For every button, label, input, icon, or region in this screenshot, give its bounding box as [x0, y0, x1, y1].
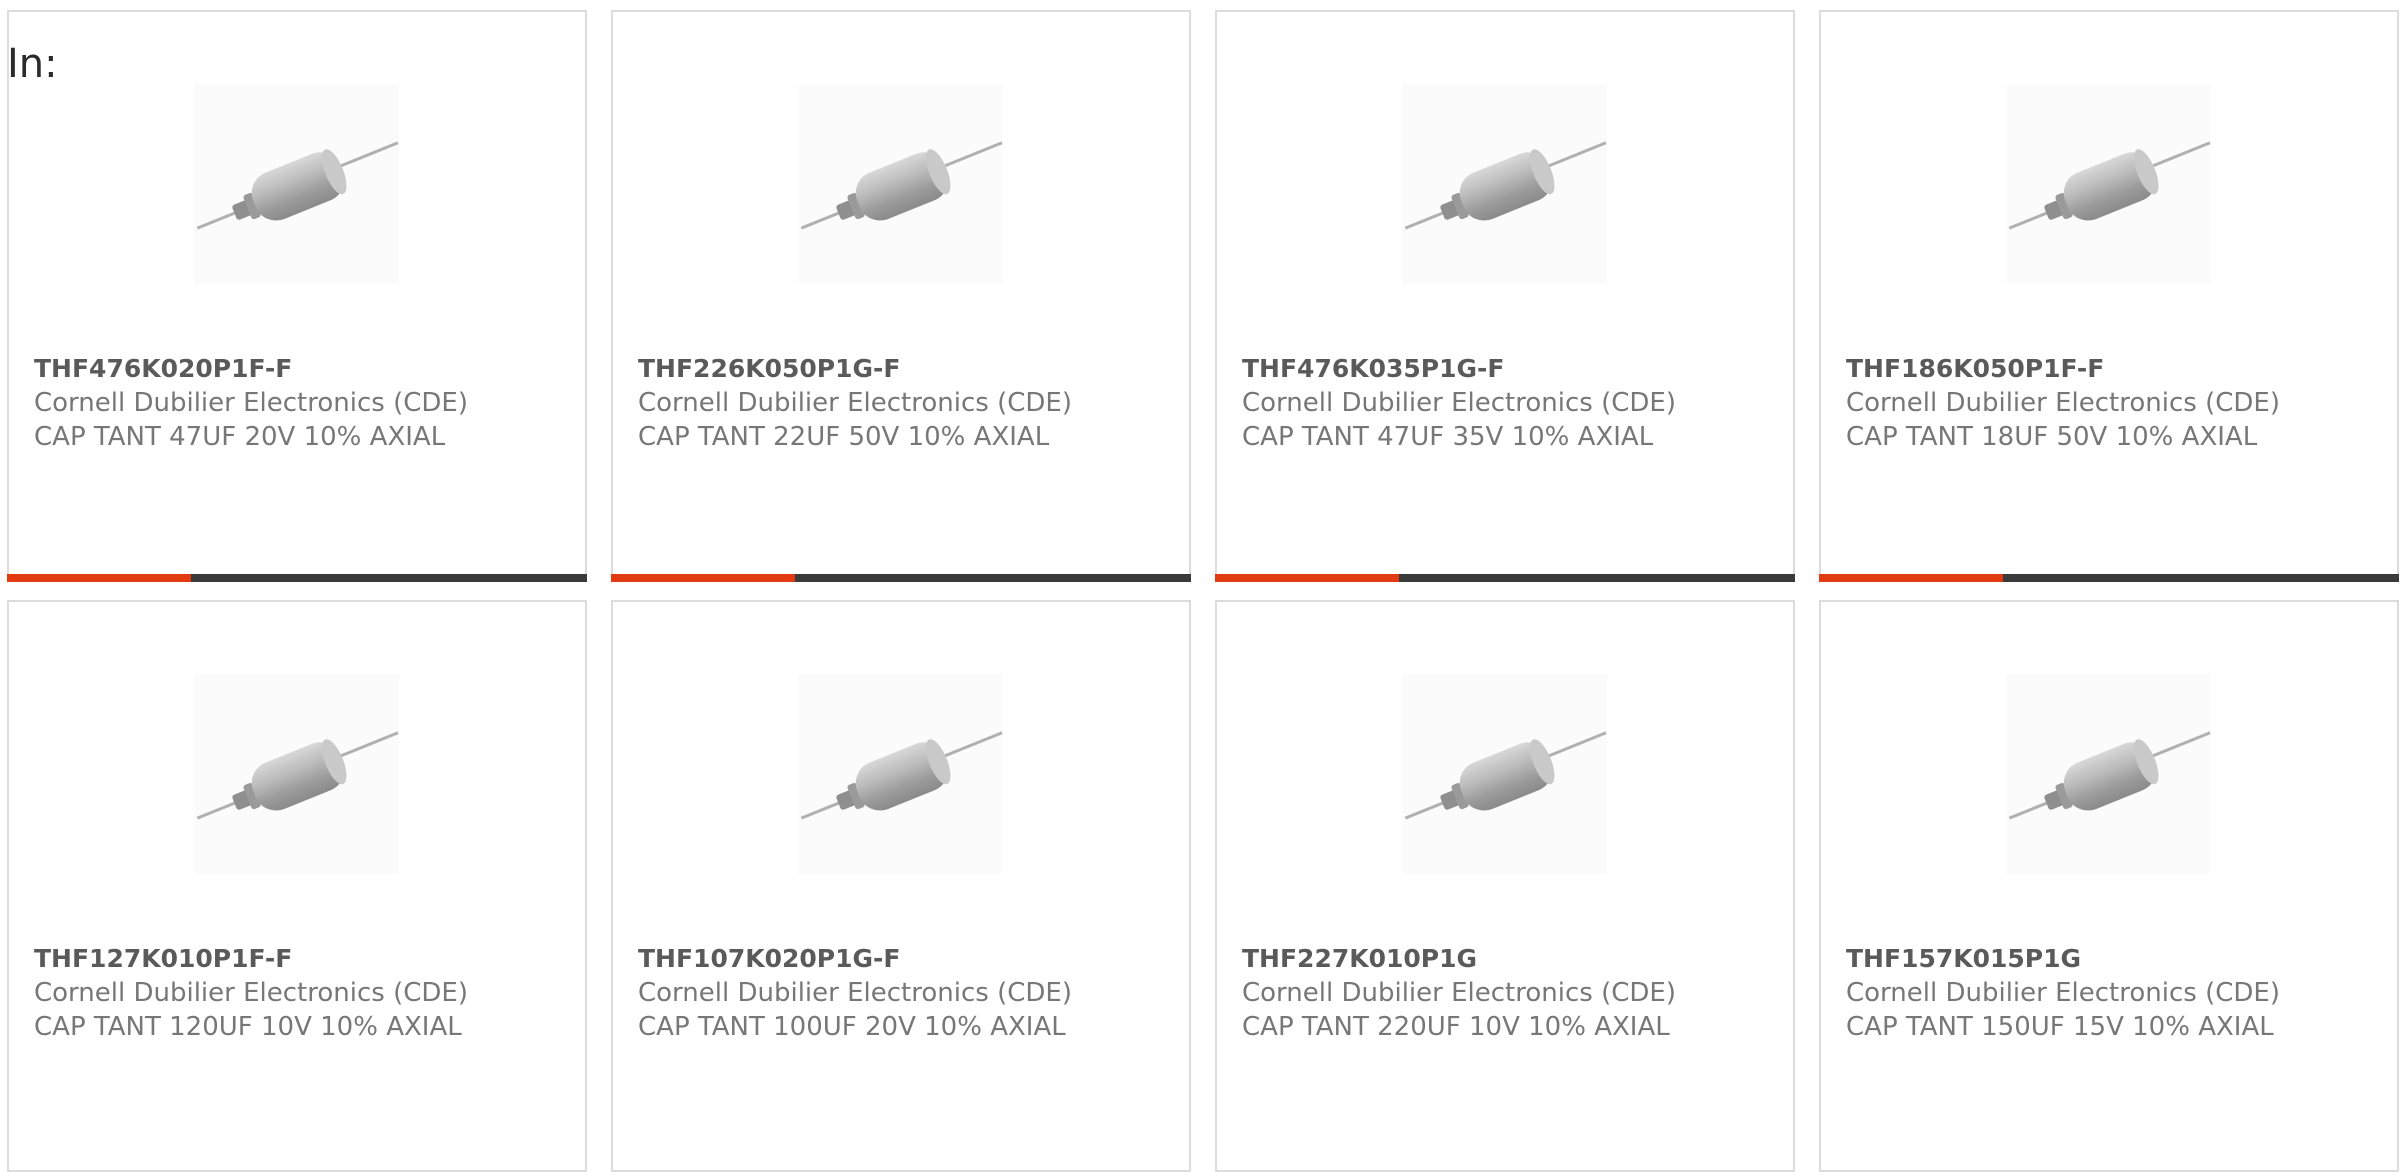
product-grid: THF476K020P1F-F Cornell Dubilier Electro… [7, 10, 2400, 1172]
description: CAP TANT 47UF 35V 10% AXIAL [1242, 422, 1654, 452]
part-number[interactable]: THF186K050P1F-F [1846, 352, 2104, 386]
manufacturer: Cornell Dubilier Electronics (CDE) [34, 388, 468, 418]
description: CAP TANT 47UF 20V 10% AXIAL [34, 422, 446, 452]
manufacturer: Cornell Dubilier Electronics (CDE) [1242, 978, 1676, 1008]
description: CAP TANT 18UF 50V 10% AXIAL [1846, 422, 2258, 452]
product-card[interactable]: THF476K035P1G-F Cornell Dubilier Electro… [1215, 10, 1795, 582]
card-progress-accent [1215, 574, 1399, 582]
manufacturer: Cornell Dubilier Electronics (CDE) [638, 978, 1072, 1008]
card-progress-accent [611, 574, 795, 582]
product-card[interactable]: THF227K010P1G Cornell Dubilier Electroni… [1215, 600, 1795, 1172]
axial-capacitor-icon [1404, 731, 1607, 820]
product-card[interactable]: THF186K050P1F-F Cornell Dubilier Electro… [1819, 10, 2399, 582]
product-image[interactable] [194, 674, 399, 874]
axial-capacitor-icon [800, 141, 1003, 230]
card-progress-accent [7, 574, 191, 582]
product-card[interactable]: THF107K020P1G-F Cornell Dubilier Electro… [611, 600, 1191, 1172]
axial-capacitor-icon [2008, 731, 2211, 820]
product-image[interactable] [798, 84, 1003, 284]
in-label: In: [7, 41, 58, 87]
product-image[interactable] [798, 674, 1003, 874]
description: CAP TANT 22UF 50V 10% AXIAL [638, 422, 1050, 452]
part-number[interactable]: THF226K050P1G-F [638, 352, 901, 386]
manufacturer: Cornell Dubilier Electronics (CDE) [1846, 978, 2280, 1008]
manufacturer: Cornell Dubilier Electronics (CDE) [1846, 388, 2280, 418]
part-number[interactable]: THF227K010P1G [1242, 942, 1477, 976]
card-progress-bar [1819, 574, 2399, 582]
manufacturer: Cornell Dubilier Electronics (CDE) [638, 388, 1072, 418]
product-card[interactable]: THF127K010P1F-F Cornell Dubilier Electro… [7, 600, 587, 1172]
product-image[interactable] [2006, 84, 2211, 284]
axial-capacitor-icon [1404, 141, 1607, 230]
description: CAP TANT 220UF 10V 10% AXIAL [1242, 1012, 1670, 1042]
axial-capacitor-icon [196, 731, 399, 820]
product-image[interactable] [1402, 84, 1607, 284]
part-number[interactable]: THF476K035P1G-F [1242, 352, 1505, 386]
card-progress-bar [1215, 574, 1795, 582]
manufacturer: Cornell Dubilier Electronics (CDE) [34, 978, 468, 1008]
product-card[interactable]: THF226K050P1G-F Cornell Dubilier Electro… [611, 10, 1191, 582]
description: CAP TANT 100UF 20V 10% AXIAL [638, 1012, 1066, 1042]
product-image[interactable] [1402, 674, 1607, 874]
product-image[interactable] [194, 84, 399, 284]
card-progress-accent [1819, 574, 2003, 582]
description: CAP TANT 150UF 15V 10% AXIAL [1846, 1012, 2274, 1042]
product-card[interactable]: THF157K015P1G Cornell Dubilier Electroni… [1819, 600, 2399, 1172]
axial-capacitor-icon [2008, 141, 2211, 230]
manufacturer: Cornell Dubilier Electronics (CDE) [1242, 388, 1676, 418]
product-image[interactable] [2006, 674, 2211, 874]
description: CAP TANT 120UF 10V 10% AXIAL [34, 1012, 462, 1042]
card-progress-bar [611, 574, 1191, 582]
part-number[interactable]: THF157K015P1G [1846, 942, 2081, 976]
part-number[interactable]: THF127K010P1F-F [34, 942, 292, 976]
part-number[interactable]: THF107K020P1G-F [638, 942, 901, 976]
axial-capacitor-icon [196, 141, 399, 230]
part-number[interactable]: THF476K020P1F-F [34, 352, 292, 386]
card-progress-bar [7, 574, 587, 582]
product-card[interactable]: THF476K020P1F-F Cornell Dubilier Electro… [7, 10, 587, 582]
axial-capacitor-icon [800, 731, 1003, 820]
